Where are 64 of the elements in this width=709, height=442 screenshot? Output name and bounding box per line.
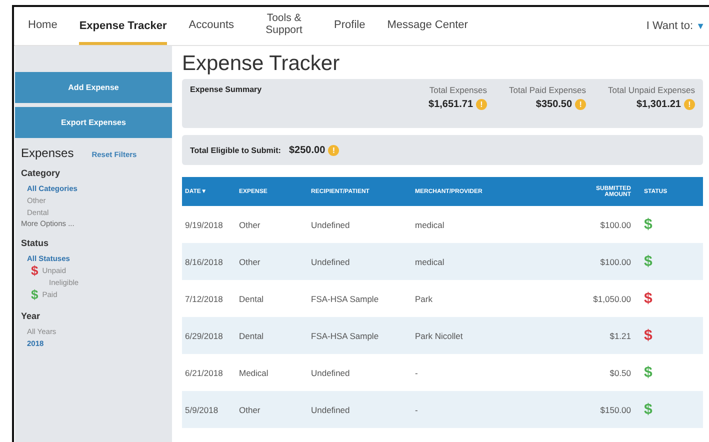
info-icon[interactable]: !	[328, 144, 340, 156]
table-cell: 6/29/2018	[182, 317, 236, 354]
dollar-icon: $	[644, 401, 652, 418]
table-cell: medical	[412, 243, 568, 280]
dollar-icon: $	[31, 265, 38, 276]
summary-heading: Expense Summary	[190, 85, 263, 96]
eligible-value: $250.00	[289, 144, 326, 156]
table-cell: Other	[236, 206, 308, 243]
table-cell: medical	[412, 206, 568, 243]
table-cell: Medical	[236, 354, 308, 391]
table-cell: FSA-HSA Sample	[308, 317, 412, 354]
filter-group-title: Year	[21, 311, 42, 321]
info-icon[interactable]: !	[476, 99, 488, 110]
expenses-heading: Expenses	[21, 146, 74, 160]
dollar-icon: $	[31, 289, 38, 300]
total-value: $350.50	[536, 99, 572, 110]
filter-group-title: Status	[21, 238, 50, 248]
table-cell: 5/9/2018	[182, 391, 236, 428]
table-cell: Dental	[236, 317, 308, 354]
table-cell: $1.21	[568, 317, 634, 354]
dollar-icon: $	[644, 253, 652, 270]
table-cell: 6/21/2018	[182, 354, 236, 391]
total-value: $1,651.71	[428, 99, 474, 110]
table-cell: 7/12/2018	[182, 280, 236, 317]
i-want-to-menu[interactable]: I Want to: ▼	[646, 20, 705, 32]
filter-group-title: Category	[21, 168, 62, 178]
table-cell: Park	[412, 280, 568, 317]
nav-tab[interactable]: Message Center	[387, 7, 468, 45]
total-value: $1,301.21	[636, 99, 681, 110]
table-cell: $0.50	[568, 354, 634, 391]
table-cell: Other	[236, 243, 308, 280]
total-label: Total Expenses	[429, 85, 488, 95]
nav-tab[interactable]: Home	[28, 7, 58, 45]
table-cell: $1,050.00	[568, 280, 634, 317]
table-cell: Undefined	[308, 354, 412, 391]
table-cell: Dental	[236, 280, 308, 317]
table-cell: $100.00	[568, 243, 634, 280]
dollar-icon: $	[644, 290, 652, 307]
table-cell: Undefined	[308, 391, 412, 428]
table-cell: FSA-HSA Sample	[308, 280, 412, 317]
total-label: Total Paid Expenses	[509, 85, 586, 95]
dollar-icon: $	[644, 216, 652, 233]
page-title: Expense Tracker	[182, 52, 341, 76]
dollar-icon: $	[644, 327, 652, 344]
table-cell: $150.00	[568, 391, 634, 428]
nav-tab[interactable]: Tools & Support	[256, 7, 312, 45]
nav-tab[interactable]: Accounts	[188, 7, 234, 45]
table-cell: -	[412, 354, 568, 391]
table-cell: $100.00	[568, 206, 634, 243]
eligible-label: Total Eligible to Submit:	[190, 146, 282, 154]
table-cell: Other	[236, 391, 308, 428]
sidebar-button[interactable]: Add Expense	[15, 72, 172, 103]
info-icon[interactable]: !	[575, 99, 586, 110]
table-cell: Park Nicollet	[412, 317, 568, 354]
info-icon[interactable]: !	[684, 99, 695, 110]
table-cell: 8/16/2018	[182, 243, 236, 280]
table-cell: Undefined	[308, 206, 412, 243]
table-cell: 9/19/2018	[182, 206, 236, 243]
table-cell: Undefined	[308, 243, 412, 280]
dollar-icon: $	[644, 364, 652, 381]
nav-tab[interactable]: Profile	[334, 7, 366, 45]
sidebar-button[interactable]: Export Expenses	[15, 107, 172, 138]
total-label: Total Unpaid Expenses	[608, 85, 695, 95]
table-cell: -	[412, 391, 568, 428]
